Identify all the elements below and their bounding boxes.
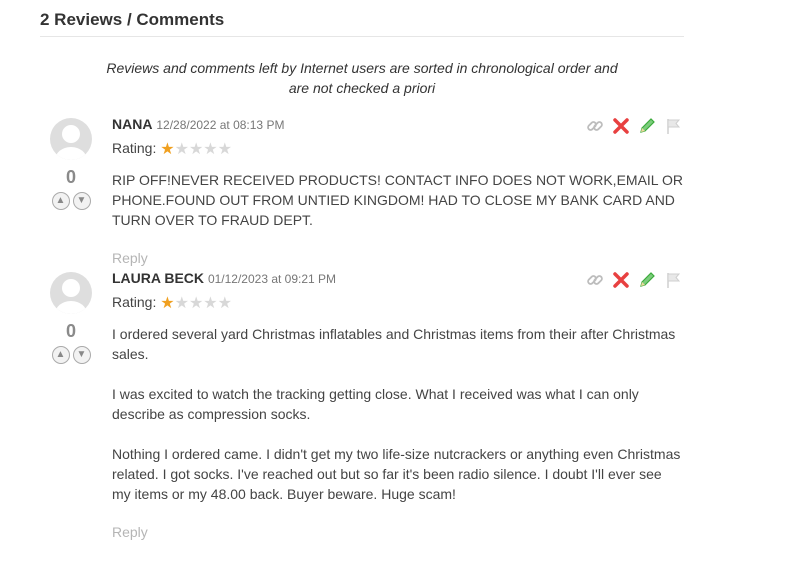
star-rating: ★★★★★: [160, 294, 232, 313]
reply-link[interactable]: Reply: [112, 524, 684, 540]
comment-author[interactable]: LAURA BECK: [112, 270, 204, 286]
comment-paragraph: I ordered several yard Christmas inflata…: [112, 325, 676, 362]
thumbs-up-icon[interactable]: ▲: [51, 346, 70, 364]
reviews-section: 2 Reviews / Comments Reviews and comment…: [40, 0, 684, 542]
comment-item: 0 ▲ ▼ NANA 12/28/2022 at 08:13 PM Rating…: [40, 115, 684, 269]
reply-link[interactable]: Reply: [112, 250, 684, 266]
star-icon: ★: [160, 294, 175, 312]
comment-sidebar: 0 ▲ ▼: [49, 118, 93, 210]
flag-icon[interactable]: [662, 269, 684, 291]
moderation-notice: Reviews and comments left by Internet us…: [40, 58, 684, 98]
star-icon: ★: [188, 140, 204, 158]
star-icon: ★: [174, 140, 189, 158]
link-icon[interactable]: [584, 115, 606, 137]
comment-actions: [584, 269, 684, 291]
star-icon: ★: [160, 140, 175, 158]
star-icon: ★: [203, 294, 218, 312]
star-icon: ★: [188, 294, 204, 312]
avatar: [50, 118, 92, 160]
star-icon: ★: [174, 294, 189, 312]
thumbs-down-icon[interactable]: ▼: [72, 346, 91, 364]
comment-date: 01/12/2023 at 09:21 PM: [207, 272, 337, 286]
rating-label: Rating:: [112, 140, 157, 156]
notice-line: are not checked a priori: [288, 80, 436, 96]
edit-icon[interactable]: [636, 115, 658, 137]
star-icon: ★: [217, 140, 232, 158]
delete-icon[interactable]: [610, 269, 632, 291]
comment-item: 0 ▲ ▼ LAURA BECK 01/12/2023 at 09:21 PM …: [40, 269, 684, 542]
notice-line: Reviews and comments left by Internet us…: [106, 60, 618, 76]
comment-actions: [584, 115, 684, 137]
section-title: 2 Reviews / Comments: [40, 0, 684, 37]
delete-icon[interactable]: [610, 115, 632, 137]
comment-paragraph: I was excited to watch the tracking gett…: [112, 385, 639, 422]
edit-icon[interactable]: [636, 269, 658, 291]
comment-paragraph: Nothing I ordered came. I didn't get my …: [112, 445, 681, 502]
comment-body: RIP OFF!NEVER RECEIVED PRODUCTS! CONTACT…: [112, 170, 684, 230]
link-icon[interactable]: [584, 269, 606, 291]
thumbs-down-icon[interactable]: ▼: [72, 192, 91, 210]
flag-icon[interactable]: [662, 115, 684, 137]
rating-label: Rating:: [112, 294, 157, 310]
comment-body: I ordered several yard Christmas inflata…: [112, 324, 684, 504]
comment-sidebar: 0 ▲ ▼: [49, 272, 93, 364]
comment-paragraph: RIP OFF!NEVER RECEIVED PRODUCTS! CONTACT…: [112, 171, 683, 228]
star-icon: ★: [217, 294, 232, 312]
rating: Rating: ★★★★★: [112, 139, 684, 159]
avatar: [50, 272, 92, 314]
vote-count: 0: [65, 321, 76, 341]
thumbs-up-icon[interactable]: ▲: [51, 192, 70, 210]
vote-count: 0: [65, 167, 76, 187]
star-rating: ★★★★★: [160, 140, 232, 159]
star-icon: ★: [203, 140, 218, 158]
comment-author[interactable]: NANA: [112, 116, 152, 132]
comment-date: 12/28/2022 at 08:13 PM: [156, 118, 285, 132]
rating: Rating: ★★★★★: [112, 293, 684, 313]
